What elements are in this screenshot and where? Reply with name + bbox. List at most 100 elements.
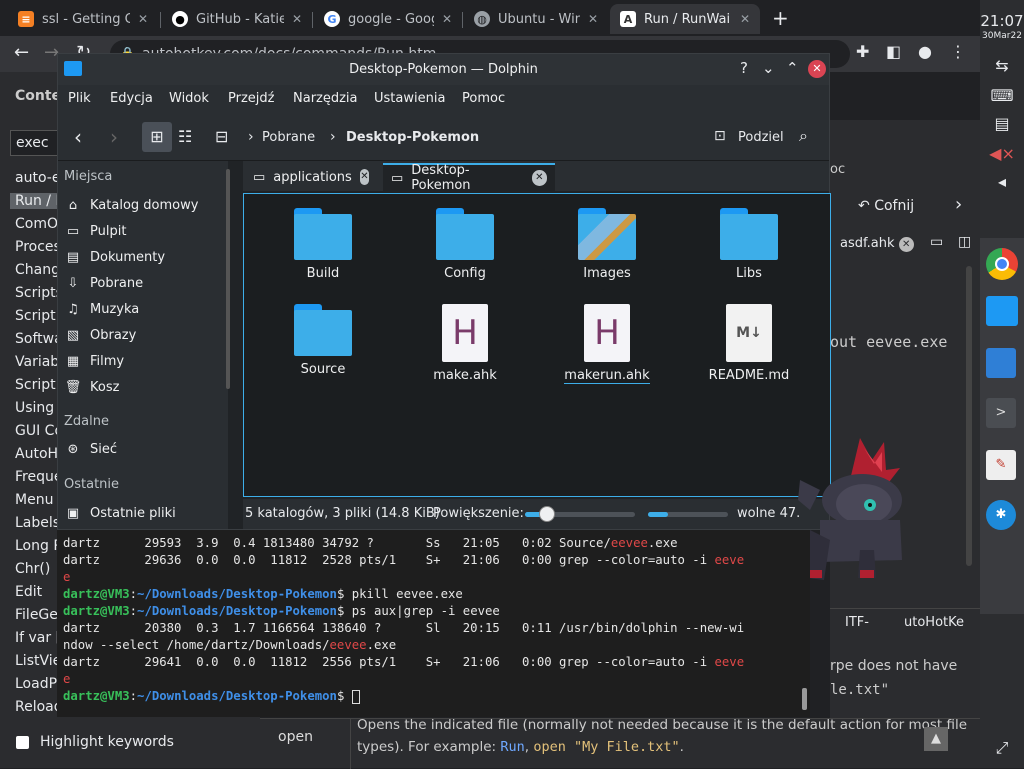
index-item[interactable]: Script	[15, 308, 56, 324]
index-item[interactable]: Using	[15, 400, 54, 416]
places-item[interactable]: ▤ Dokumenty	[64, 245, 165, 269]
compact-view-icon[interactable]: ☷	[178, 127, 192, 146]
back-arrow-icon[interactable]: ←	[14, 42, 29, 63]
index-item[interactable]: Softwa	[15, 331, 63, 347]
file-item[interactable]: M↓ README.md	[694, 304, 804, 383]
index-item[interactable]: Variab	[15, 354, 59, 370]
browser-tab[interactable]: ● GitHub - Katie ✕	[162, 4, 312, 34]
breadcrumb-current[interactable]: Desktop-Pokemon	[346, 130, 479, 145]
file-item[interactable]: Libs	[694, 208, 804, 281]
file-item[interactable]: Images	[552, 208, 662, 281]
folder-icon[interactable]: ▭	[930, 234, 943, 250]
breadcrumb-item[interactable]: Pobrane	[262, 130, 315, 145]
close-icon[interactable]: ✕	[359, 169, 369, 185]
index-item[interactable]: If var [	[15, 630, 61, 646]
index-item[interactable]: Proces	[15, 239, 61, 255]
places-item[interactable]: ♫ Muzyka	[64, 297, 139, 321]
back-icon[interactable]: ‹	[74, 125, 82, 149]
undo-button[interactable]: ↶ Cofnij	[858, 198, 914, 214]
index-item[interactable]: Labels	[15, 515, 60, 531]
places-scrollbar[interactable]	[226, 169, 230, 389]
menu-item[interactable]: Pomoc	[462, 91, 505, 106]
search-icon[interactable]: ⌕	[799, 126, 808, 146]
menu-item[interactable]: Widok	[169, 91, 209, 106]
help-icon[interactable]: ?	[740, 59, 748, 77]
terminal-icon[interactable]: >	[986, 398, 1016, 428]
index-item[interactable]: Scripts	[15, 285, 63, 301]
menu-item[interactable]: Przejdź	[228, 91, 274, 106]
file-item[interactable]: Config	[410, 208, 520, 281]
index-item[interactable]: ComO	[15, 216, 58, 232]
close-icon[interactable]: ✕	[442, 12, 452, 26]
index-item[interactable]: auto-e	[15, 170, 60, 186]
index-item[interactable]: Script	[15, 377, 56, 393]
places-item[interactable]: ⌂ Katalog domowy	[64, 193, 199, 217]
details-view-icon[interactable]: ⊟	[215, 127, 228, 146]
editor-scrollbar[interactable]	[966, 266, 972, 566]
chrome-icon[interactable]	[986, 248, 1018, 280]
highlight-checkbox[interactable]	[16, 736, 29, 749]
zoom-slider[interactable]	[525, 506, 635, 522]
index-item[interactable]: Chang	[15, 262, 60, 278]
close-window-button[interactable]: ✕	[808, 60, 826, 78]
places-item[interactable]: 🗑 Kosz	[64, 375, 120, 399]
clipboard-icon[interactable]: ▤	[980, 114, 1024, 133]
places-item[interactable]: ▦ Filmy	[64, 349, 124, 373]
close-icon[interactable]: ✕	[138, 12, 148, 26]
extensions-icon[interactable]: ✚	[856, 42, 869, 61]
browser-tab[interactable]: ◍ Ubuntu - Wine ✕	[464, 4, 608, 34]
menu-item[interactable]: Edycja	[110, 91, 153, 106]
file-item[interactable]: Hmakerun.ahk	[552, 304, 662, 384]
menu-item[interactable]: Narzędzia	[293, 91, 358, 106]
icons-view-icon[interactable]: ⊞	[142, 122, 172, 152]
terminal-window[interactable]: dartz 29593 3.9 0.4 1813480 34792 ? Ss 2…	[57, 530, 810, 717]
terminal-scrollbar[interactable]	[802, 688, 807, 710]
menu-dots-icon[interactable]: ⋮	[950, 42, 966, 61]
close-icon[interactable]: ✕	[531, 170, 547, 186]
editor-tab[interactable]: asdf.ahk ✕	[840, 236, 914, 252]
network-icon[interactable]: ⇆	[980, 56, 1024, 75]
index-item[interactable]: Freque	[15, 469, 62, 485]
close-icon[interactable]: ✕	[740, 12, 750, 26]
side-panel-icon[interactable]: ◧	[886, 42, 901, 61]
fullscreen-icon[interactable]: ⤢	[980, 738, 1024, 758]
file-item[interactable]: Hmake.ahk	[410, 304, 520, 383]
editor-icon[interactable]: ✎	[986, 450, 1016, 480]
index-item[interactable]: Menu	[15, 492, 53, 508]
menu-item[interactable]: Ustawienia	[374, 91, 445, 106]
new-tab-button[interactable]: +	[772, 6, 789, 30]
places-item[interactable]: ▭ Pulpit	[64, 219, 127, 243]
menu-item[interactable]: Plik	[68, 91, 91, 106]
index-item[interactable]: Chr()	[15, 561, 50, 577]
index-item[interactable]: LoadP	[15, 676, 57, 692]
close-icon[interactable]: ✕	[292, 12, 302, 26]
volume-muted-icon[interactable]: ◀×	[980, 144, 1024, 163]
places-item-network[interactable]: ⊛ Sieć	[64, 437, 117, 461]
forward-icon[interactable]: ›	[110, 125, 118, 149]
tray-expand-icon[interactable]: ◂	[980, 172, 1024, 191]
dolphin-taskbar-icon[interactable]	[986, 296, 1018, 326]
index-item[interactable]: Reload	[15, 699, 63, 715]
index-item[interactable]: Edit	[15, 584, 42, 600]
browser-tab-active[interactable]: A Run / RunWai ✕	[610, 4, 760, 34]
index-item[interactable]: GUI Co	[15, 423, 63, 439]
index-item[interactable]: FileGe	[15, 607, 58, 623]
split-view-icon[interactable]: ◫	[958, 234, 971, 250]
tab-applications[interactable]: ▭ applications ✕	[245, 163, 377, 191]
split-button[interactable]: Podziel	[738, 130, 784, 145]
file-item[interactable]: Source	[268, 304, 378, 377]
profile-icon[interactable]: ●	[918, 42, 932, 61]
browser-tab[interactable]: ≡ ssl - Getting Ch ✕	[8, 4, 158, 34]
close-icon[interactable]: ✕	[898, 237, 914, 252]
places-item-recent-files[interactable]: ▣ Ostatnie pliki	[64, 501, 176, 525]
store-icon[interactable]	[986, 348, 1016, 378]
index-item[interactable]: ListVie	[15, 653, 61, 669]
close-icon[interactable]: ✕	[588, 12, 598, 26]
minimize-icon[interactable]: ⌄	[762, 59, 775, 77]
browser-tab[interactable]: G google - Goog ✕	[314, 4, 462, 34]
tab-desktop-pokemon[interactable]: ▭ Desktop-Pokemon ✕	[383, 163, 555, 193]
scroll-top-button[interactable]: ▲	[924, 727, 948, 751]
index-item[interactable]: Long P	[15, 538, 62, 554]
places-item[interactable]: ⇩ Pobrane	[64, 271, 144, 295]
maximize-icon[interactable]: ⌃	[786, 59, 799, 77]
